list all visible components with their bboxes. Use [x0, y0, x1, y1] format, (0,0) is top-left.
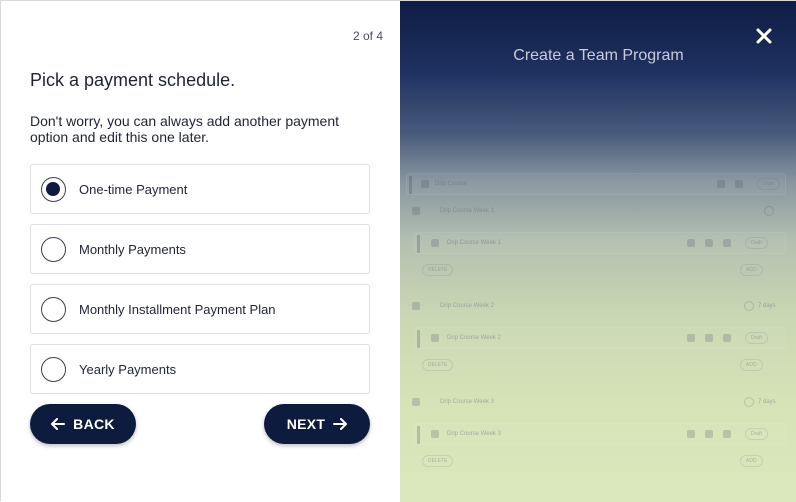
- arrow-left-icon: [51, 418, 66, 430]
- option-monthly-payments[interactable]: Monthly Payments: [30, 224, 370, 274]
- radio-unselected-icon[interactable]: [41, 237, 66, 262]
- trash-icon: [723, 334, 731, 342]
- week-days: 7 days: [758, 399, 776, 405]
- arrow-right-icon: [333, 418, 348, 430]
- status-badge: Draft: [745, 428, 768, 440]
- delete-pill: DELETE: [422, 264, 454, 276]
- create-program-modal: 2 of 4 Pick a payment schedule. Don't wo…: [0, 0, 796, 502]
- week-name: Drip Course Week 1: [440, 208, 494, 214]
- edit-icon: [687, 334, 695, 342]
- item-name: Drip Course Week 2: [447, 335, 501, 341]
- status-badge: Draft: [745, 332, 768, 344]
- folder-icon: [412, 398, 420, 406]
- week-item-row: Drip Course Week 1 Draft: [414, 232, 786, 254]
- helper-text: Don't worry, you can always add another …: [30, 113, 340, 145]
- item-name: Drip Course Week 1: [447, 240, 501, 246]
- item-name: Drip Course Week 3: [447, 431, 501, 437]
- week-item-row: Drip Course Week 3 Draft: [414, 423, 786, 445]
- option-label: One-time Payment: [79, 182, 188, 197]
- option-label: Yearly Payments: [79, 362, 177, 377]
- folder-icon: [412, 302, 420, 310]
- week-days: 7 days: [758, 303, 776, 309]
- edit-icon: [717, 180, 725, 188]
- document-icon: [431, 334, 439, 342]
- back-label: BACK: [73, 416, 115, 432]
- delete-pill: DELETE: [422, 359, 454, 371]
- delete-pill: DELETE: [422, 455, 454, 467]
- clock-icon: [764, 206, 774, 216]
- edit-icon: [687, 239, 695, 247]
- back-button[interactable]: BACK: [30, 404, 136, 444]
- trash-icon: [723, 430, 731, 438]
- add-pill: ADD: [740, 455, 763, 467]
- clock-icon: [744, 397, 754, 407]
- preview-icon: [735, 180, 743, 188]
- next-button[interactable]: NEXT: [264, 404, 370, 444]
- option-label: Monthly Payments: [79, 242, 186, 257]
- option-one-time-payment[interactable]: One-time Payment: [30, 164, 370, 214]
- next-label: NEXT: [286, 416, 326, 432]
- folder-icon: [412, 207, 420, 215]
- radio-unselected-icon[interactable]: [41, 297, 66, 322]
- radio-selected-icon[interactable]: [41, 177, 66, 202]
- option-label: Monthly Installment Payment Plan: [79, 302, 276, 317]
- clock-icon: [744, 301, 754, 311]
- preview-panel: Create a Team Program Drip Course Draft …: [400, 1, 796, 502]
- course-name: Drip Course: [435, 181, 468, 187]
- status-badge: Draft: [745, 237, 768, 249]
- trash-icon: [723, 239, 731, 247]
- preview-icon: [705, 239, 713, 247]
- week-item-row: Drip Course Week 2 Draft: [414, 327, 786, 349]
- option-monthly-installment-plan[interactable]: Monthly Installment Payment Plan: [30, 284, 370, 334]
- page-title: Pick a payment schedule.: [30, 70, 236, 90]
- option-yearly-payments[interactable]: Yearly Payments: [30, 344, 370, 394]
- course-row: Drip Course Draft: [406, 173, 786, 195]
- preview-icon: [705, 430, 713, 438]
- wizard-panel: 2 of 4 Pick a payment schedule. Don't wo…: [1, 1, 400, 502]
- preview-icon: [705, 334, 713, 342]
- course-outline-preview: Drip Course Draft Drip Course Week 1 Dri…: [400, 1, 796, 502]
- radio-unselected-icon[interactable]: [41, 357, 66, 382]
- add-pill: ADD: [740, 264, 763, 276]
- status-badge: Draft: [757, 178, 780, 190]
- document-icon: [431, 430, 439, 438]
- week-name: Drip Course Week 2: [440, 303, 494, 309]
- edit-icon: [687, 430, 695, 438]
- step-indicator: 2 of 4: [352, 29, 383, 43]
- add-pill: ADD: [740, 359, 763, 371]
- document-icon: [431, 239, 439, 247]
- document-icon: [421, 180, 429, 188]
- week-name: Drip Course Week 3: [440, 399, 494, 405]
